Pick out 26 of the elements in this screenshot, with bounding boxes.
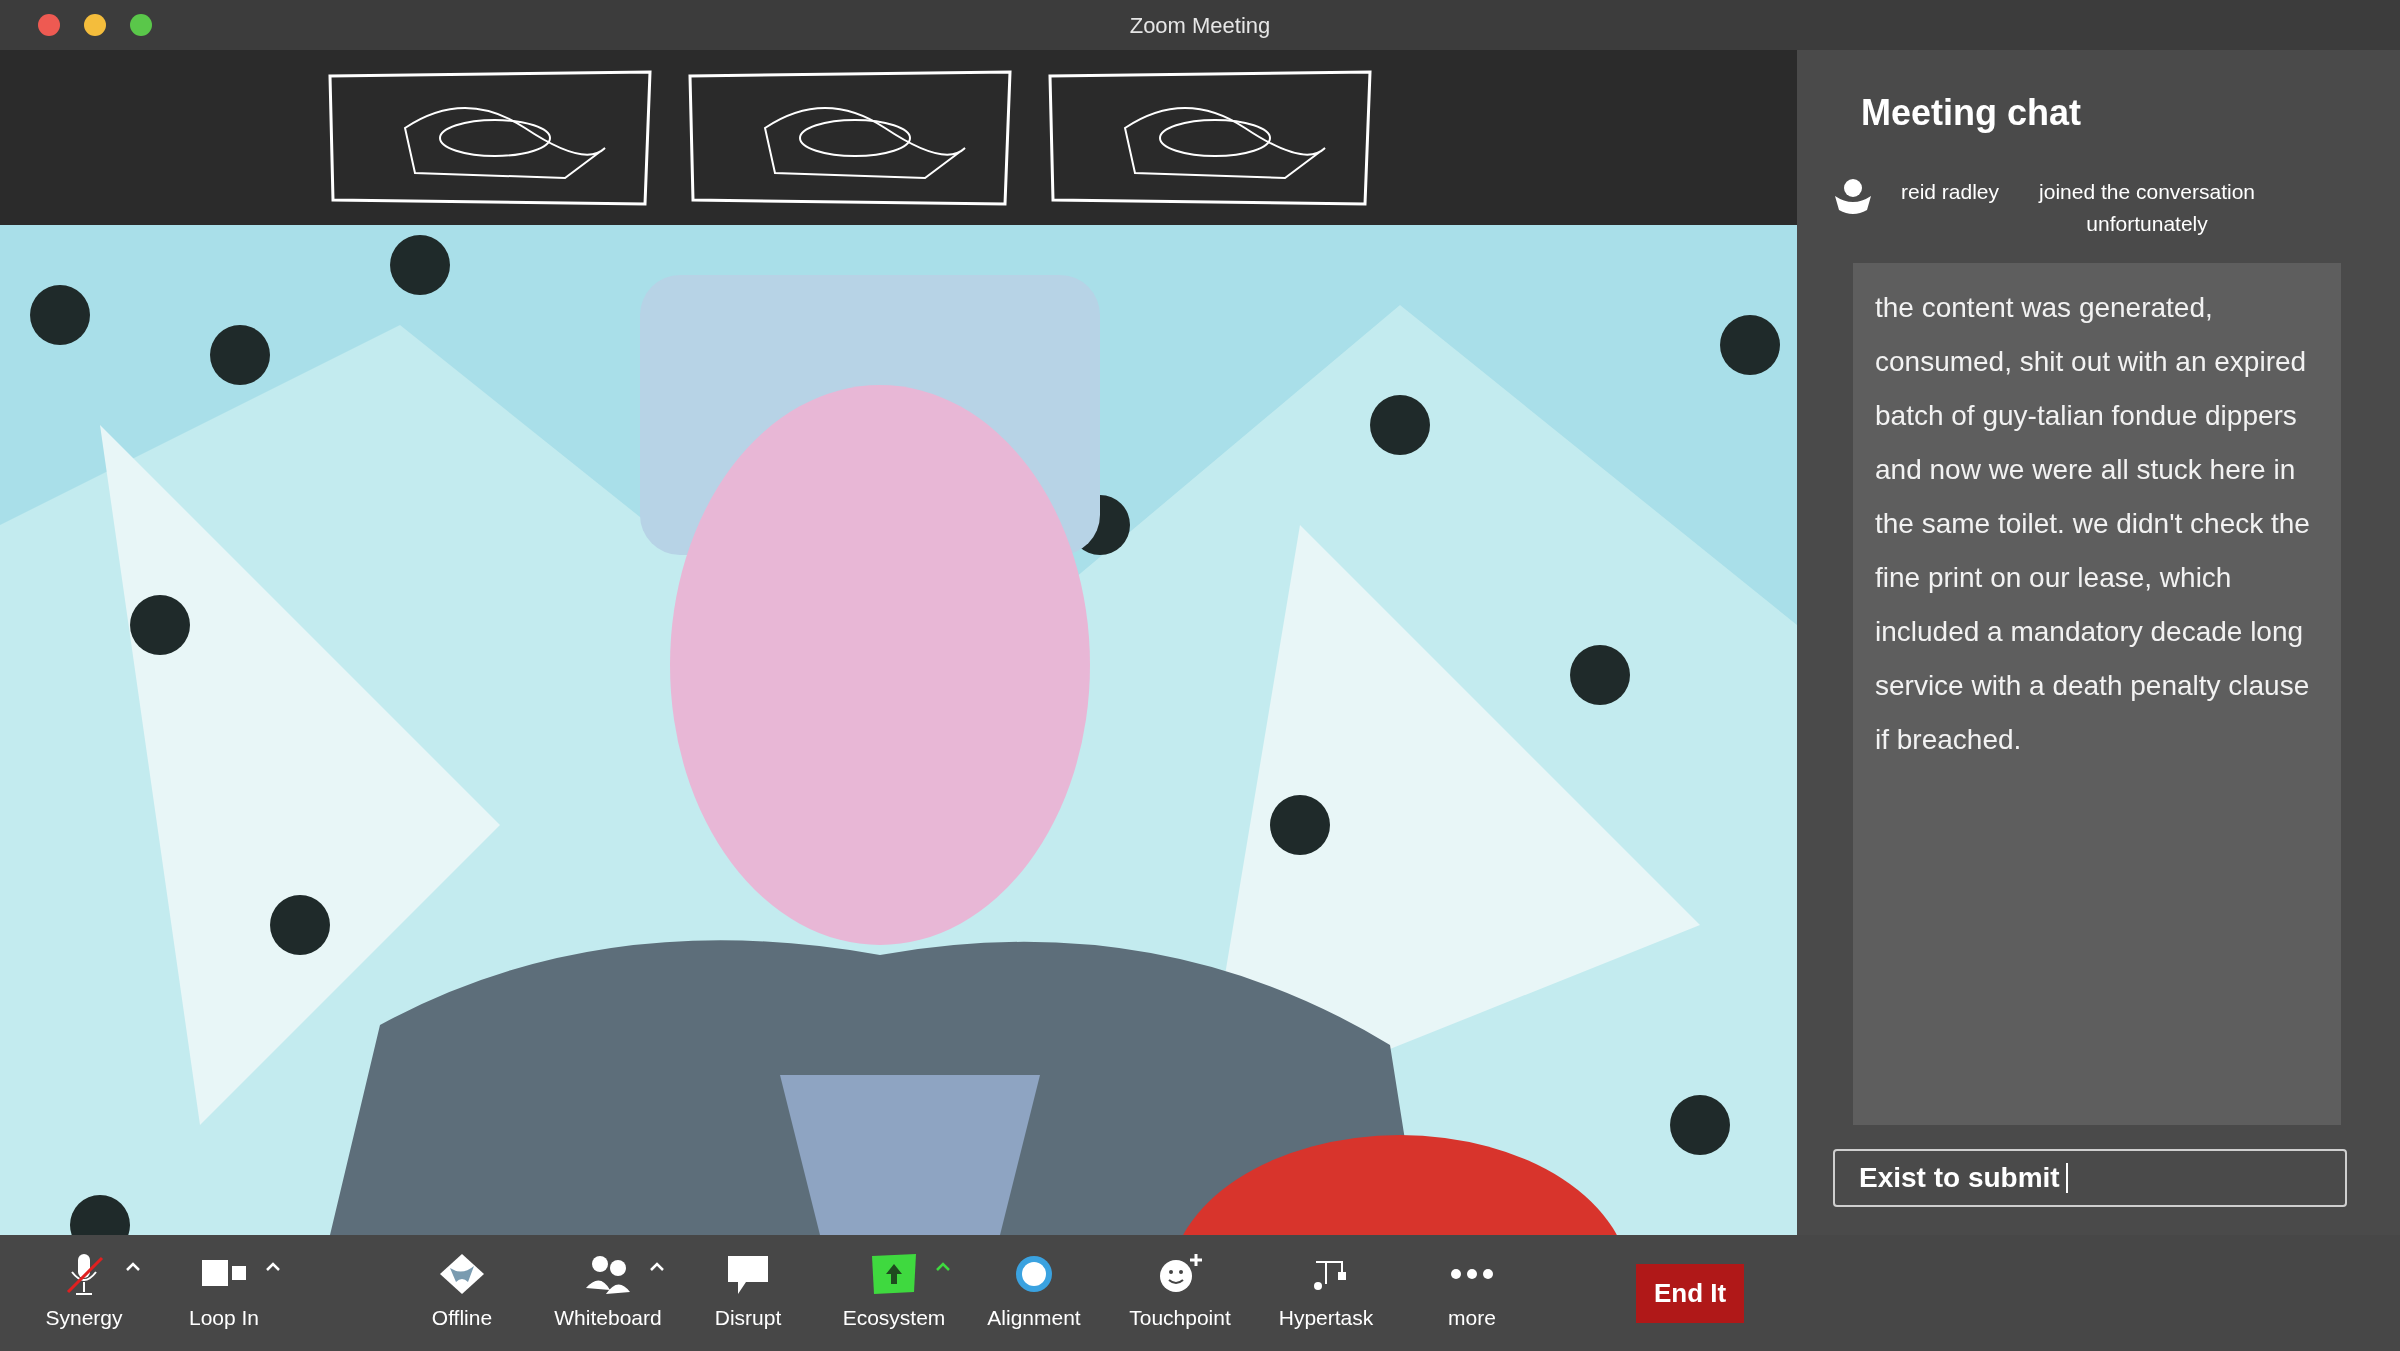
toolbar-button[interactable]: Touchpoint [1118,1252,1242,1334]
caret-icon[interactable] [936,1262,950,1272]
user-icon [1833,176,1873,216]
toolbar-button[interactable]: more [1410,1252,1534,1334]
toolbar-button[interactable]: Ecosystem [832,1252,956,1334]
text-cursor [2065,1163,2068,1193]
toolbar-button[interactable]: Offline [400,1252,524,1334]
toolbar-button[interactable]: Disrupt [686,1252,810,1334]
end-button[interactable]: End It [1636,1263,1745,1323]
toolbar-button[interactable]: Loop In [162,1252,286,1334]
toolbar-button[interactable]: Alignment [972,1252,1096,1334]
more-icon [1450,1268,1494,1281]
close-window-icon[interactable] [38,14,60,36]
toolbar-button[interactable]: Whiteboard [546,1252,670,1334]
chat-message: the content was generated, consumed, shit out with an expired batch of guy-talian fondue dippers and now we were all stuck here in the same toilet. we didn't check the fine print on our lease, which included a mandatory decade long service with a death penalty clause if breached. [1875,291,2311,757]
toolbar-button[interactable]: Hypertask [1264,1252,1388,1334]
join-notice: joined the conversation unfortunately [2037,179,2257,237]
chat-title: Meeting chat [1860,91,2083,135]
message-input[interactable]: Exist to submit [1833,1149,2347,1207]
minimize-window-icon[interactable] [84,14,106,36]
user-name: reid radley [1901,179,2000,205]
diamond-icon [438,1252,486,1297]
window-title: Zoom Meeting [1129,11,1271,40]
upload-icon [870,1252,918,1297]
toolbar-button[interactable]: Synergy [22,1252,146,1334]
zoom-window-icon[interactable] [130,14,152,36]
